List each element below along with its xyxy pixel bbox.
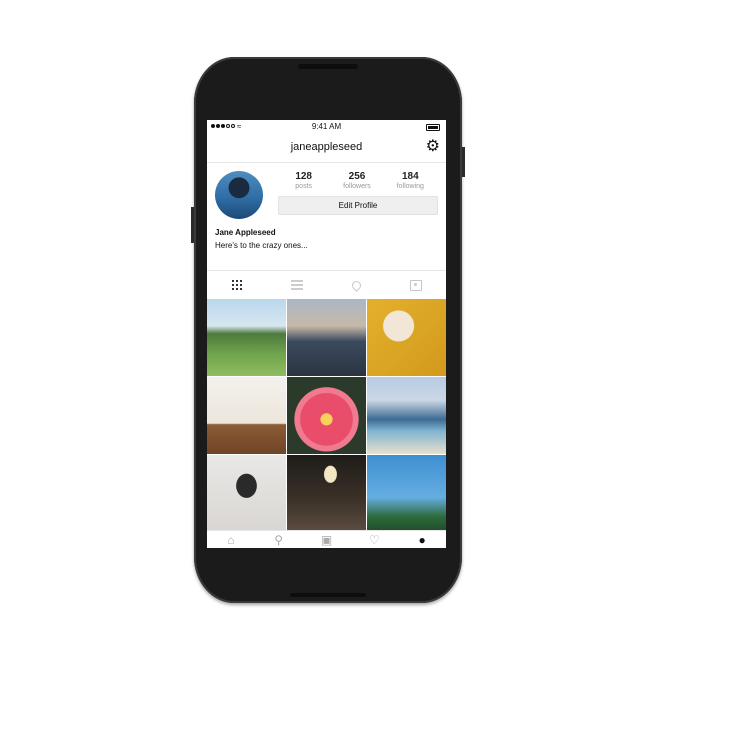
profile-icon[interactable]: ●: [398, 531, 446, 548]
profile-stats: 128 posts 256 followers 184 following: [277, 171, 437, 190]
home-icon[interactable]: ⌂: [207, 531, 255, 548]
search-icon[interactable]: ⚲: [255, 531, 303, 548]
top-speaker: [298, 64, 358, 69]
status-time: 9:41 AM: [311, 122, 342, 131]
bottom-speaker: [290, 593, 366, 597]
top-nav: janeappleseed ⚙: [207, 134, 446, 162]
tab-list[interactable]: [267, 271, 327, 299]
phone-body: ≈ 9:41 AM janeappleseed ⚙ 128 posts 256 …: [191, 57, 465, 603]
grid-icon: [231, 280, 242, 290]
heart-icon[interactable]: ♡: [350, 531, 398, 548]
stat-label: posts: [295, 183, 313, 190]
photo-thumbnail[interactable]: [207, 377, 286, 454]
tab-grid[interactable]: [207, 271, 267, 299]
photo-thumbnail[interactable]: [287, 455, 366, 532]
photo-grid: [207, 299, 446, 532]
photo-thumbnail[interactable]: [367, 299, 446, 376]
photo-thumbnail[interactable]: [207, 299, 286, 376]
photo-thumbnail[interactable]: [367, 377, 446, 454]
profile-header: 128 posts 256 followers 184 following Ed…: [207, 162, 446, 271]
app-screen: ≈ 9:41 AM janeappleseed ⚙ 128 posts 256 …: [207, 120, 446, 548]
status-bar: ≈ 9:41 AM: [207, 120, 446, 134]
profile-username: janeappleseed: [290, 141, 363, 153]
list-icon: [290, 280, 303, 290]
stat-label: followers: [343, 183, 371, 190]
edit-profile-button[interactable]: Edit Profile: [278, 196, 438, 215]
battery-icon: [426, 124, 440, 131]
stat-followers[interactable]: 256 followers: [330, 171, 383, 190]
bio-text: Here's to the crazy ones...: [215, 241, 308, 250]
photo-thumbnail[interactable]: [367, 455, 446, 532]
tagged-photos-icon: [410, 279, 423, 291]
photo-thumbnail[interactable]: [207, 455, 286, 532]
stat-label: following: [396, 183, 424, 190]
stat-following[interactable]: 184 following: [384, 171, 437, 190]
camera-icon[interactable]: ▣: [303, 531, 351, 548]
gear-icon[interactable]: ⚙: [426, 139, 440, 155]
bottom-nav: ⌂ ⚲ ▣ ♡ ●: [207, 530, 446, 548]
photo-thumbnail[interactable]: [287, 377, 366, 454]
stat-posts[interactable]: 128 posts: [277, 171, 330, 190]
photo-thumbnail[interactable]: [287, 299, 366, 376]
stat-value: 256: [348, 171, 366, 182]
tab-tagged[interactable]: [386, 271, 446, 299]
full-name: Jane Appleseed: [215, 228, 276, 237]
avatar[interactable]: [215, 171, 263, 219]
profile-tabs: [207, 270, 446, 300]
power-button: [462, 147, 465, 177]
stat-value: 128: [295, 171, 312, 182]
stat-value: 184: [401, 171, 419, 182]
location-pin-icon: [350, 278, 363, 292]
tab-location[interactable]: [327, 271, 387, 299]
volume-button: [191, 207, 194, 243]
